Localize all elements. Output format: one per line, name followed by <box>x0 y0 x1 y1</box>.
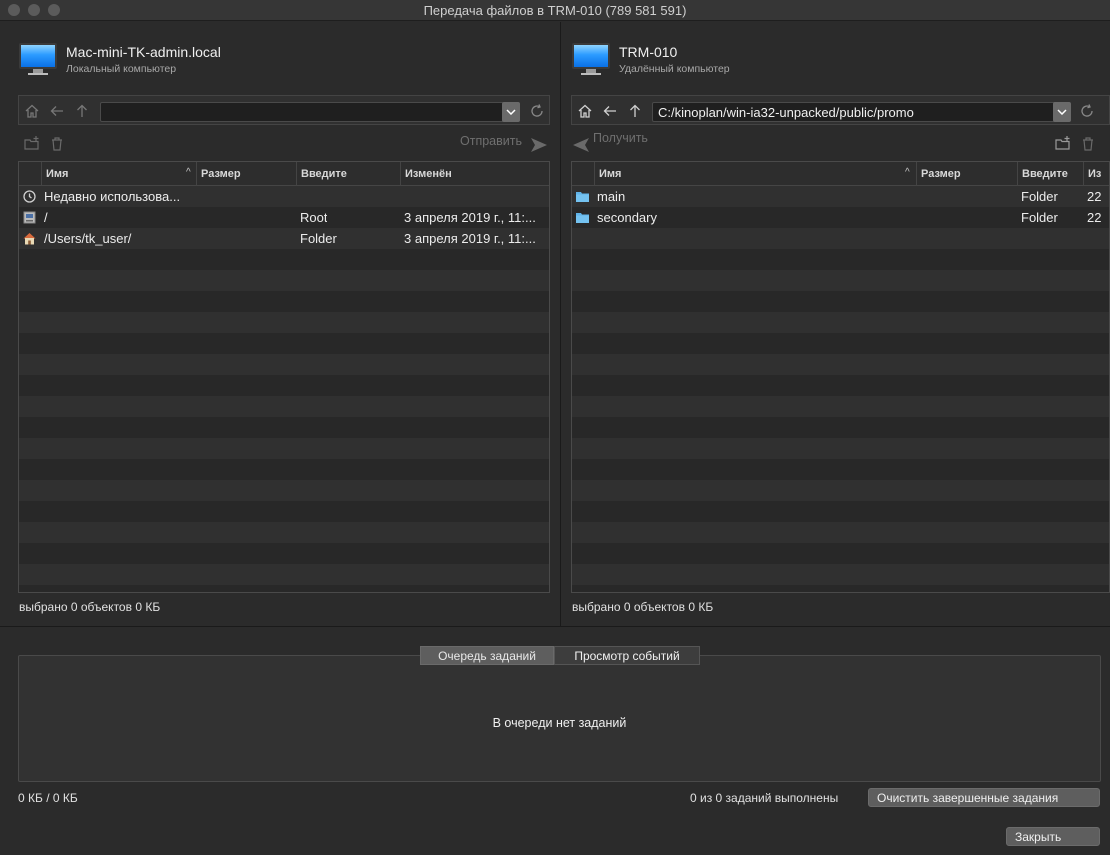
up-arrow-icon[interactable] <box>627 103 643 119</box>
folder-icon <box>575 210 590 225</box>
col-name-header[interactable]: Имя <box>594 162 916 186</box>
receive-arrow-icon[interactable] <box>572 136 590 154</box>
remote-path-input[interactable]: C:/kinoplan/win-ia32-unpacked/public/pro… <box>652 102 1058 122</box>
remote-host-name: TRM-010 <box>619 44 678 60</box>
trash-icon[interactable] <box>48 135 66 153</box>
local-pane: Mac-mini-TK-admin.local Локальный компью… <box>0 22 560 626</box>
local-path-dropdown[interactable] <box>502 102 520 122</box>
back-arrow-icon[interactable] <box>49 103 65 119</box>
remote-selection-status: выбрано 0 объектов 0 КБ <box>572 600 714 614</box>
send-button-label[interactable]: Отправить <box>460 134 522 148</box>
window-title: Передача файлов в TRM-010 (789 581 591) <box>423 3 687 18</box>
up-arrow-icon[interactable] <box>74 103 90 119</box>
folder-icon <box>575 189 590 204</box>
table-row[interactable]: / Root 3 апреля 2019 г., 11:... <box>19 207 549 228</box>
sort-ascending-icon: ^ <box>186 167 191 178</box>
file-modified: 3 апреля 2019 г., 11:... <box>404 210 536 225</box>
chevron-down-icon <box>506 109 516 115</box>
sort-ascending-icon: ^ <box>905 167 910 178</box>
table-row[interactable]: main Folder 22 <box>572 186 1109 207</box>
col-type-header[interactable]: Введите <box>1017 162 1083 186</box>
remote-host-subtitle: Удалённый компьютер <box>619 63 730 75</box>
remote-pane: TRM-010 Удалённый компьютер C:/kinoplan/… <box>561 22 1110 626</box>
local-table-rows: Недавно использова... / Root 3 апреля 20… <box>19 186 549 592</box>
col-type-header[interactable]: Введите <box>296 162 400 186</box>
table-row[interactable]: secondary Folder 22 <box>572 207 1109 228</box>
clear-completed-button[interactable]: Очистить завершенные задания <box>868 788 1100 807</box>
local-host-subtitle: Локальный компьютер <box>66 63 177 75</box>
col-modified-header[interactable]: Из <box>1083 162 1109 186</box>
remote-navbar: C:/kinoplan/win-ia32-unpacked/public/pro… <box>571 95 1110 125</box>
table-row[interactable]: Недавно использова... <box>19 186 549 207</box>
local-path-input[interactable] <box>100 102 504 122</box>
refresh-icon[interactable] <box>1079 103 1095 119</box>
local-actionbar: Отправить <box>18 125 550 161</box>
transfer-total: 0 КБ / 0 КБ <box>18 791 78 805</box>
file-type: Folder <box>1021 189 1058 204</box>
home-icon[interactable] <box>24 103 40 119</box>
task-queue-panel: В очереди нет заданий <box>18 655 1101 782</box>
local-selection-status: выбрано 0 объектов 0 КБ <box>19 600 161 614</box>
tasks-done-status: 0 из 0 заданий выполнены <box>690 791 839 805</box>
remote-path-dropdown[interactable] <box>1053 102 1071 122</box>
file-type: Root <box>300 210 328 225</box>
computer-icon <box>572 43 610 75</box>
remote-host-header: TRM-010 Удалённый компьютер <box>572 40 1092 80</box>
back-arrow-icon[interactable] <box>602 103 618 119</box>
window-titlebar: Передача файлов в TRM-010 (789 581 591) <box>0 0 1110 21</box>
file-name: Недавно использова... <box>44 189 181 204</box>
tab-event-log[interactable]: Просмотр событий <box>554 646 700 665</box>
file-type: Folder <box>300 231 337 246</box>
task-tabs: Очередь заданий Просмотр событий <box>420 646 700 665</box>
send-arrow-icon[interactable] <box>530 136 548 154</box>
trash-icon[interactable] <box>1079 135 1097 153</box>
close-button[interactable]: Закрыть <box>1006 827 1100 846</box>
remote-table-rows: main Folder 22 secondary Folder 22 <box>572 186 1109 592</box>
col-modified-header[interactable]: Изменён <box>400 162 549 186</box>
table-row[interactable]: /Users/tk_user/ Folder 3 апреля 2019 г.,… <box>19 228 549 249</box>
home-icon[interactable] <box>577 103 593 119</box>
file-name: main <box>597 189 626 204</box>
file-type: Folder <box>1021 210 1058 225</box>
tasks-divider <box>0 626 1110 627</box>
remote-actionbar: Получить <box>571 125 1110 161</box>
new-folder-icon[interactable] <box>1054 135 1072 153</box>
empty-queue-message: В очереди нет заданий <box>492 716 627 730</box>
file-name: /Users/tk_user/ <box>44 231 132 246</box>
refresh-icon[interactable] <box>529 103 545 119</box>
tab-task-queue[interactable]: Очередь заданий <box>420 646 554 665</box>
file-name: secondary <box>597 210 657 225</box>
local-host-name: Mac-mini-TK-admin.local <box>66 44 221 60</box>
recent-clock-icon <box>22 189 37 204</box>
chevron-down-icon <box>1057 109 1067 115</box>
file-name: / <box>44 210 48 225</box>
local-host-header: Mac-mini-TK-admin.local Локальный компью… <box>19 40 539 80</box>
file-modified: 3 апреля 2019 г., 11:... <box>404 231 536 246</box>
col-name-header[interactable]: Имя <box>41 162 196 186</box>
col-size-header[interactable]: Размер <box>916 162 1017 186</box>
local-table-header: Имя ^ Размер Введите Изменён <box>19 162 549 186</box>
local-navbar <box>18 95 550 125</box>
home-folder-icon <box>22 231 37 246</box>
col-size-header[interactable]: Размер <box>196 162 296 186</box>
remote-file-table: Имя ^ Размер Введите Из main Folder 22 s… <box>571 161 1110 593</box>
drive-icon <box>22 210 37 225</box>
computer-icon <box>19 43 57 75</box>
receive-button-label[interactable]: Получить <box>593 131 648 145</box>
local-file-table: Имя ^ Размер Введите Изменён Недавно исп… <box>18 161 550 593</box>
remote-table-header: Имя ^ Размер Введите Из <box>572 162 1109 186</box>
file-modified: 22 <box>1087 210 1102 225</box>
new-folder-icon[interactable] <box>23 135 41 153</box>
file-modified: 22 <box>1087 189 1102 204</box>
